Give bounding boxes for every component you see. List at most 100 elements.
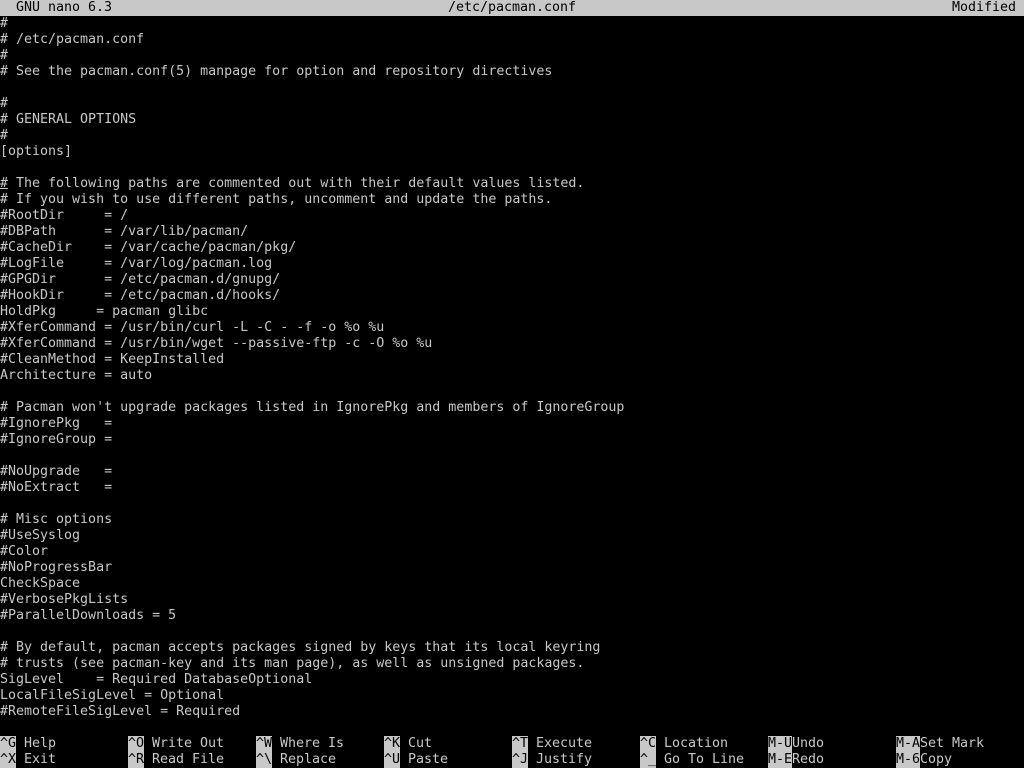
title-bar: /etc/pacman.conf GNU nano 6.3 Modified — [0, 0, 1024, 16]
app-name: GNU nano 6.3 — [16, 0, 113, 15]
shortcut-undo[interactable]: M-U Undo — [768, 736, 896, 752]
shortcut-label: Replace — [280, 752, 337, 767]
shortcut-key: M-A — [896, 736, 921, 752]
file-name: /etc/pacman.conf — [447, 0, 577, 15]
editor-line[interactable]: #IgnorePkg = — [0, 416, 1024, 432]
editor-line[interactable]: #VerbosePkgLists — [0, 592, 1024, 608]
editor-line[interactable]: # /etc/pacman.conf — [0, 32, 1024, 48]
shortcut-key: ^\ — [256, 752, 273, 768]
editor-line[interactable]: #XferCommand = /usr/bin/wget --passive-f… — [0, 336, 1024, 352]
editor-line[interactable]: #GPGDir = /etc/pacman.d/gnupg/ — [0, 272, 1024, 288]
editor-line[interactable]: LocalFileSigLevel = Optional — [0, 688, 1024, 704]
text-cursor: # — [0, 176, 9, 191]
shortcut-column: M-U Undo M-E Redo — [768, 736, 896, 768]
editor-line[interactable]: #DBPath = /var/lib/pacman/ — [0, 224, 1024, 240]
shortcut-column: ^G Help ^X Exit — [0, 736, 128, 768]
editor-line[interactable]: #RemoteFileSigLevel = Required — [0, 704, 1024, 720]
editor-text-area[interactable]: # # /etc/pacman.conf # # See the pacman.con… — [0, 16, 1024, 720]
shortcut-go-to-line[interactable]: ^_ Go To Line — [640, 752, 768, 768]
shortcut-column: ^C Location ^_ Go To Line — [640, 736, 768, 768]
shortcut-label: Write Out — [152, 736, 225, 751]
shortcut-replace[interactable]: ^\ Replace — [256, 752, 384, 768]
shortcut-label: Copy — [920, 752, 953, 767]
editor-line[interactable]: #IgnoreGroup = — [0, 432, 1024, 448]
shortcut-key: ^R — [128, 752, 145, 768]
shortcut-column: ^W Where Is ^\ Replace — [256, 736, 384, 768]
editor-line[interactable]: #NoUpgrade = — [0, 464, 1024, 480]
editor-line[interactable]: # GENERAL OPTIONS — [0, 112, 1024, 128]
editor-line[interactable]: # — [0, 48, 1024, 64]
editor-line[interactable]: # — [0, 96, 1024, 112]
shortcut-key: ^_ — [640, 752, 657, 768]
editor-line[interactable]: # trusts (see pacman-key and its man pag… — [0, 656, 1024, 672]
editor-line[interactable] — [0, 384, 1024, 400]
shortcut-key: ^K — [384, 736, 401, 752]
editor-line[interactable]: #RootDir = / — [0, 208, 1024, 224]
shortcut-key: ^T — [512, 736, 529, 752]
shortcut-read-file[interactable]: ^R Read File — [128, 752, 256, 768]
editor-line[interactable]: CheckSpace — [0, 576, 1024, 592]
shortcut-cut[interactable]: ^K Cut — [384, 736, 512, 752]
editor-line[interactable]: # See the pacman.conf(5) manpage for opt… — [0, 64, 1024, 80]
shortcut-label: Paste — [408, 752, 449, 767]
shortcut-redo[interactable]: M-E Redo — [768, 752, 896, 768]
shortcut-column: M-A Set Mark M-6 Copy — [896, 736, 1024, 768]
editor-line[interactable] — [0, 80, 1024, 96]
editor-line[interactable] — [0, 496, 1024, 512]
modified-status: Modified — [951, 0, 1016, 15]
editor-line[interactable]: #CleanMethod = KeepInstalled — [0, 352, 1024, 368]
editor-line[interactable] — [0, 160, 1024, 176]
editor-line[interactable]: HoldPkg = pacman glibc — [0, 304, 1024, 320]
editor-line[interactable]: # If you wish to use different paths, un… — [0, 192, 1024, 208]
editor-line[interactable]: [options] — [0, 144, 1024, 160]
shortcut-column: ^O Write Out ^R Read File — [128, 736, 256, 768]
editor-line[interactable]: #UseSyslog — [0, 528, 1024, 544]
shortcut-justify[interactable]: ^J Justify — [512, 752, 640, 768]
shortcut-key: ^W — [256, 736, 273, 752]
shortcut-key: ^X — [0, 752, 17, 768]
shortcut-key: M-U — [768, 736, 793, 752]
shortcut-label: Exit — [24, 752, 57, 767]
editor-line[interactable]: #HookDir = /etc/pacman.d/hooks/ — [0, 288, 1024, 304]
shortcut-key: ^C — [640, 736, 657, 752]
shortcut-key: ^U — [384, 752, 401, 768]
editor-line[interactable]: #CacheDir = /var/cache/pacman/pkg/ — [0, 240, 1024, 256]
shortcut-key: ^J — [512, 752, 529, 768]
editor-line[interactable]: # Misc options — [0, 512, 1024, 528]
editor-line[interactable]: # Pacman won't upgrade packages listed i… — [0, 400, 1024, 416]
editor-line[interactable]: SigLevel = Required DatabaseOptional — [0, 672, 1024, 688]
shortcut-label: Justify — [536, 752, 593, 767]
editor-line[interactable]: #NoProgressBar — [0, 560, 1024, 576]
shortcut-label: Where Is — [280, 736, 345, 751]
shortcut-key: M-6 — [896, 752, 921, 768]
editor-line[interactable] — [0, 448, 1024, 464]
shortcut-exit[interactable]: ^X Exit — [0, 752, 128, 768]
editor-line[interactable]: Architecture = auto — [0, 368, 1024, 384]
shortcut-paste[interactable]: ^U Paste — [384, 752, 512, 768]
editor-line[interactable]: # — [0, 128, 1024, 144]
editor-line[interactable]: #Color — [0, 544, 1024, 560]
shortcut-label: Undo — [792, 736, 825, 751]
shortcut-location[interactable]: ^C Location — [640, 736, 768, 752]
shortcut-key: M-E — [768, 752, 793, 768]
editor-line[interactable] — [0, 624, 1024, 640]
editor-line[interactable]: #LogFile = /var/log/pacman.log — [0, 256, 1024, 272]
editor-line[interactable]: #ParallelDownloads = 5 — [0, 608, 1024, 624]
editor-line[interactable]: #NoExtract = — [0, 480, 1024, 496]
shortcut-copy[interactable]: M-6 Copy — [896, 752, 1024, 768]
shortcut-help[interactable]: ^G Help — [0, 736, 128, 752]
editor-line[interactable]: # The following paths are commented out … — [0, 176, 1024, 192]
shortcut-execute[interactable]: ^T Execute — [512, 736, 640, 752]
editor-line[interactable]: # By default, pacman accepts packages si… — [0, 640, 1024, 656]
shortcut-set-mark[interactable]: M-A Set Mark — [896, 736, 1024, 752]
shortcut-label: Location — [664, 736, 729, 751]
shortcut-label: Read File — [152, 752, 225, 767]
shortcut-write-out[interactable]: ^O Write Out — [128, 736, 256, 752]
editor-line[interactable]: #XferCommand = /usr/bin/curl -L -C - -f … — [0, 320, 1024, 336]
shortcut-key: ^G — [0, 736, 17, 752]
shortcut-where-is[interactable]: ^W Where Is — [256, 736, 384, 752]
editor-line[interactable]: # — [0, 16, 1024, 32]
shortcut-column: ^T Execute ^J Justify — [512, 736, 640, 768]
shortcut-bar: ^G Help ^X Exit ^O Write Out ^R Read File ^W Wher… — [0, 736, 1024, 768]
shortcut-label: Set Mark — [920, 736, 985, 751]
